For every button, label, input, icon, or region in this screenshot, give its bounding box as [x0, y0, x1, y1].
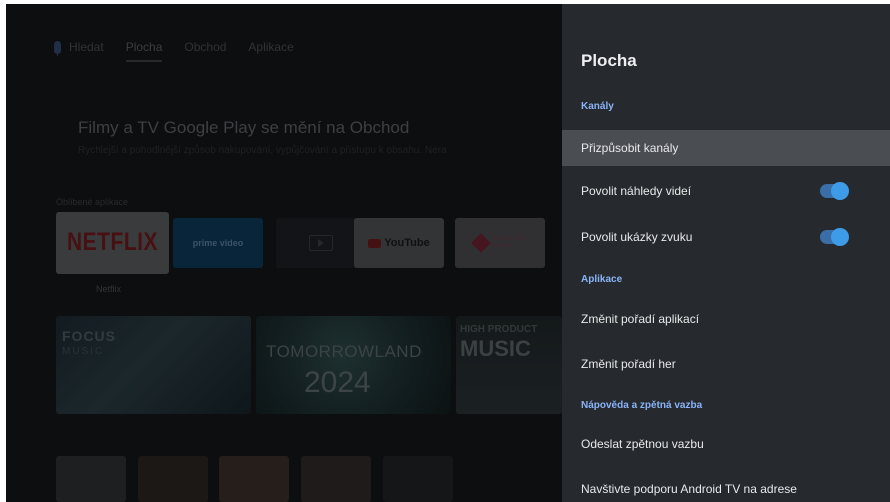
- section-channels: Kanály: [581, 101, 614, 112]
- tab-home[interactable]: Plocha: [125, 40, 162, 62]
- youtube-logo: YouTube: [368, 237, 430, 249]
- banner-title: FOCUS: [62, 328, 116, 344]
- tab-apps[interactable]: Aplikace: [248, 40, 293, 54]
- youtube-play-icon: [368, 238, 382, 248]
- nav-search[interactable]: Hledat: [69, 40, 104, 54]
- android-tv-support-item[interactable]: Navštivte podporu Android TV na adrese: [562, 471, 890, 502]
- banner-year: 2024: [304, 366, 371, 399]
- live-tv-app-tile[interactable]: [276, 218, 366, 268]
- google-play-label: Google Play Movies: [493, 235, 527, 249]
- prime-video-app-tile[interactable]: prime video: [173, 218, 263, 268]
- customize-channels-item[interactable]: Přizpůsobit kanály: [562, 130, 890, 166]
- high-production-music-banner[interactable]: HIGH PRODUCT MUSIC: [456, 316, 562, 414]
- banner-title: TOMORROWLAND: [266, 342, 422, 361]
- section-help: Nápověda a zpětná vazba: [581, 400, 703, 411]
- promo-subtitle: Rychlejší a pohodlnější způsob nakupován…: [78, 145, 447, 156]
- content-thumbnail[interactable]: [301, 456, 371, 502]
- tv-screen: Hledat Plocha Obchod Aplikace Filmy a TV…: [6, 4, 890, 502]
- google-play-icon: [470, 233, 491, 253]
- tv-icon: [309, 235, 333, 251]
- audio-previews-item[interactable]: Povolit ukázky zvuku: [562, 219, 890, 255]
- favorite-apps-label: Oblíbené aplikace: [56, 197, 129, 207]
- netflix-app-tile[interactable]: NETFLIX: [56, 212, 169, 274]
- item-label: Povolit ukázky zvuku: [581, 230, 693, 244]
- audio-previews-toggle[interactable]: [820, 228, 849, 246]
- reorder-apps-item[interactable]: Změnit pořadí aplikací: [562, 301, 890, 337]
- microphone-icon[interactable]: [54, 40, 61, 56]
- section-apps: Aplikace: [581, 274, 623, 285]
- youtube-app-tile[interactable]: YouTube: [354, 218, 444, 268]
- content-thumbnail[interactable]: [56, 456, 126, 502]
- tomorrowland-banner[interactable]: TOMORROWLAND 2024: [256, 316, 451, 414]
- item-label: Odeslat zpětnou vazbu: [581, 437, 704, 451]
- panel-title: Plocha: [581, 51, 637, 70]
- netflix-logo: NETFLIX: [67, 228, 158, 257]
- google-play-movies-app-tile[interactable]: Google Play Movies: [455, 218, 545, 268]
- send-feedback-item[interactable]: Odeslat zpětnou vazbu: [562, 426, 890, 462]
- banner-subtitle: MUSIC: [460, 336, 531, 361]
- tab-store[interactable]: Obchod: [184, 40, 226, 54]
- youtube-wordmark: YouTube: [384, 237, 430, 249]
- focus-music-banner[interactable]: FOCUS MUSIC: [56, 316, 251, 414]
- home-settings-panel: Plocha Kanály Přizpůsobit kanály Povolit…: [562, 4, 890, 502]
- home-screen: Hledat Plocha Obchod Aplikace Filmy a TV…: [6, 4, 562, 502]
- item-label: Přizpůsobit kanály: [581, 141, 679, 155]
- banner-title: HIGH PRODUCT: [460, 324, 538, 335]
- content-thumbnail[interactable]: [219, 456, 289, 502]
- video-previews-toggle[interactable]: [820, 182, 849, 200]
- reorder-games-item[interactable]: Změnit pořadí her: [562, 346, 890, 382]
- video-previews-item[interactable]: Povolit náhledy videí: [562, 173, 890, 209]
- content-thumbnail[interactable]: [138, 456, 208, 502]
- banner-subtitle: MUSIC: [62, 346, 105, 357]
- item-label: Změnit pořadí aplikací: [581, 312, 700, 326]
- item-label: Navštivte podporu Android TV na adrese: [581, 482, 797, 496]
- item-label: Změnit pořadí her: [581, 357, 676, 371]
- content-thumbnail[interactable]: [383, 456, 453, 502]
- prime-video-logo: prime video: [192, 238, 244, 248]
- top-nav: Hledat Plocha Obchod Aplikace: [54, 40, 294, 62]
- promo-title: Filmy a TV Google Play se mění na Obchod: [78, 118, 410, 137]
- focused-app-name: Netflix: [96, 284, 122, 294]
- item-label: Povolit náhledy videí: [581, 184, 692, 198]
